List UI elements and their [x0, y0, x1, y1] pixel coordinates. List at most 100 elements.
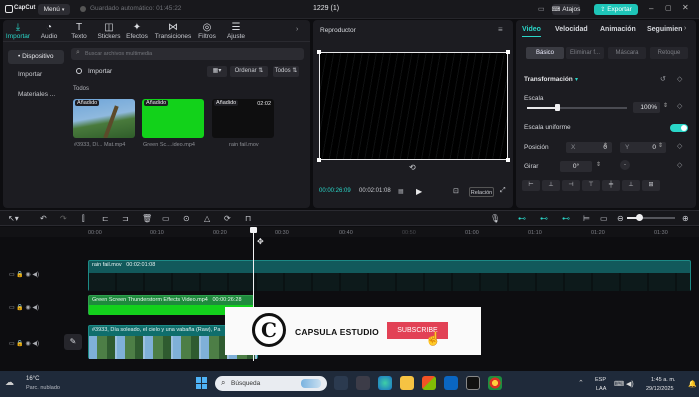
uniform-scale-toggle[interactable]	[670, 124, 688, 132]
playhead-handle[interactable]	[250, 227, 257, 233]
rain-clip[interactable]: rain fail.mov 00:02:01:08	[88, 260, 691, 291]
notification-icon[interactable]: 🔔	[688, 380, 697, 388]
stepper-icon[interactable]: ⇕	[596, 161, 601, 168]
tab-import[interactable]: ⤓ Importar	[5, 22, 31, 40]
align-left-icon[interactable]: ⊢	[522, 180, 540, 191]
screenshot-icon[interactable]: ⊡	[453, 187, 459, 195]
zoom-out-icon[interactable]: ⊖	[617, 214, 624, 223]
freeze-icon[interactable]: ▭	[162, 214, 170, 223]
stepper-icon[interactable]: ⇕	[663, 102, 668, 109]
volume-icon[interactable]: ◀)	[32, 305, 39, 311]
volume-icon[interactable]: ◀)	[32, 272, 39, 278]
lang-bottom[interactable]: LAA	[596, 386, 606, 392]
keyframe-icon[interactable]: ◇	[677, 102, 682, 110]
select-tool-icon[interactable]: ↖▾	[8, 214, 19, 223]
lock-icon[interactable]: 🔒	[16, 272, 23, 278]
volume-icon[interactable]: ◀)	[626, 380, 634, 388]
eye-icon[interactable]: ◉	[26, 341, 31, 347]
office-icon[interactable]	[422, 376, 436, 390]
taskbar-search[interactable]: ⌕ Búsqueda	[215, 376, 327, 391]
media-item[interactable]: Añadido 02:02	[212, 99, 274, 138]
scale-input[interactable]: 100%	[633, 102, 660, 113]
import-radio-icon[interactable]	[76, 68, 82, 74]
delete-icon[interactable]: 🗑	[142, 214, 152, 223]
rotate-dial-icon[interactable]: -	[620, 160, 630, 170]
minimize-icon[interactable]: –	[649, 4, 653, 13]
collapse-icon[interactable]: ›	[296, 26, 298, 33]
view-toggle-button[interactable]: ▦▾	[207, 66, 227, 77]
align-stretch-icon[interactable]: ⊞	[642, 180, 660, 191]
volume-icon[interactable]: ◀)	[32, 341, 39, 347]
layout-icon[interactable]: ▭	[538, 5, 545, 13]
zoom-slider[interactable]	[627, 214, 675, 221]
align-top-icon[interactable]: ⊤	[582, 180, 600, 191]
sort-button[interactable]: Ordenar ⇅	[230, 66, 268, 77]
resize-handle-icon[interactable]	[506, 50, 510, 54]
zoom-handle[interactable]	[636, 214, 643, 221]
lock-icon[interactable]: 🔒	[16, 305, 23, 311]
play-circle-icon[interactable]: ⊙	[183, 214, 190, 223]
tab-transitions[interactable]: ⋈ Transiciones	[154, 22, 192, 40]
subtab-basic[interactable]: Básico	[526, 47, 564, 59]
resize-handle-icon[interactable]	[506, 158, 510, 162]
maximize-icon[interactable]: ▢	[665, 4, 672, 12]
play-icon[interactable]: ▶	[416, 187, 422, 196]
tab-text[interactable]: T Texto	[66, 22, 92, 40]
redo-icon[interactable]: ↷	[60, 214, 67, 223]
aspect-ratio-button[interactable]: Relación	[469, 187, 494, 197]
windows-start-icon[interactable]	[196, 377, 208, 389]
align-center-h-icon[interactable]: ⊥	[542, 180, 560, 191]
resize-handle-icon[interactable]	[317, 50, 321, 54]
scale-slider[interactable]	[527, 104, 627, 111]
close-icon[interactable]: ✕	[682, 3, 689, 12]
clock-date[interactable]: 29/12/2025	[646, 386, 674, 392]
align-right-icon[interactable]: ⊣	[562, 180, 580, 191]
filter-button[interactable]: Todos ⇅	[273, 66, 299, 77]
tab-stickers[interactable]: ◫ Stickers	[96, 22, 122, 40]
tab-tracking[interactable]: Seguimien	[647, 26, 682, 33]
lang-top[interactable]: ESP	[595, 377, 606, 383]
split-left-icon[interactable]: ⊏	[102, 214, 109, 223]
player-menu-icon[interactable]: ≡	[498, 25, 503, 34]
eye-icon[interactable]: ◉	[26, 305, 31, 311]
preview-canvas[interactable]	[317, 50, 510, 162]
stepper-icon[interactable]: ⇕	[603, 142, 608, 149]
zoom-in-icon[interactable]: ⊕	[682, 214, 689, 223]
chevron-down-icon[interactable]: ▾	[575, 76, 578, 83]
rotate-handle-icon[interactable]: ⟲	[409, 163, 416, 172]
network-icon[interactable]: ⌨	[614, 380, 624, 388]
subtitle-icon[interactable]: ▭	[600, 214, 608, 223]
chrome-icon[interactable]	[488, 376, 502, 390]
scale-slider-handle[interactable]	[555, 104, 560, 111]
keyframe-icon[interactable]: ◇	[677, 161, 682, 169]
rotate-input[interactable]: 0°	[560, 161, 592, 172]
split-right-icon[interactable]: ⊐	[122, 214, 129, 223]
align-bottom-icon[interactable]: ⊥	[622, 180, 640, 191]
tab-adjust[interactable]: ☰ Ajuste	[223, 22, 249, 40]
grid-lines-icon[interactable]: ▦	[398, 188, 404, 195]
menu-button[interactable]: Menú ▾	[38, 4, 70, 15]
eye-icon[interactable]: ◉	[26, 272, 31, 278]
split-icon[interactable]: ⫿	[82, 214, 85, 223]
edit-cover-icon[interactable]: ✎	[64, 334, 82, 350]
resize-handle-icon[interactable]	[317, 158, 321, 162]
tray-chevron-icon[interactable]: ⌃	[578, 379, 584, 387]
task-view-icon[interactable]	[334, 376, 348, 390]
edge-icon[interactable]	[378, 376, 392, 390]
store-icon[interactable]	[444, 376, 458, 390]
snap-icon[interactable]: ⊷	[540, 214, 548, 223]
microphone-icon[interactable]: 🎙	[490, 214, 500, 223]
lock-icon[interactable]: 🔒	[16, 341, 23, 347]
magnet-icon[interactable]: ⊨	[583, 214, 590, 223]
subtab-mask[interactable]: Máscara	[608, 47, 646, 59]
tab-animation[interactable]: Animación	[600, 26, 636, 33]
keyframe-icon[interactable]: ◇	[677, 142, 682, 150]
weather-desc[interactable]: Parc. nublado	[26, 385, 60, 391]
link-clips-icon[interactable]: ⊷	[518, 214, 526, 223]
rotate-icon[interactable]: ⟳	[224, 214, 231, 223]
sidebar-item-materials[interactable]: Materiales ...	[8, 88, 64, 102]
export-button[interactable]: ⇪ Exportar	[594, 4, 638, 15]
tab-filters[interactable]: ◎ Filtros	[194, 22, 220, 40]
import-media-link[interactable]: Importar	[88, 68, 112, 75]
search-box[interactable]: ⌕ Buscar archivos multimedia	[71, 48, 304, 60]
